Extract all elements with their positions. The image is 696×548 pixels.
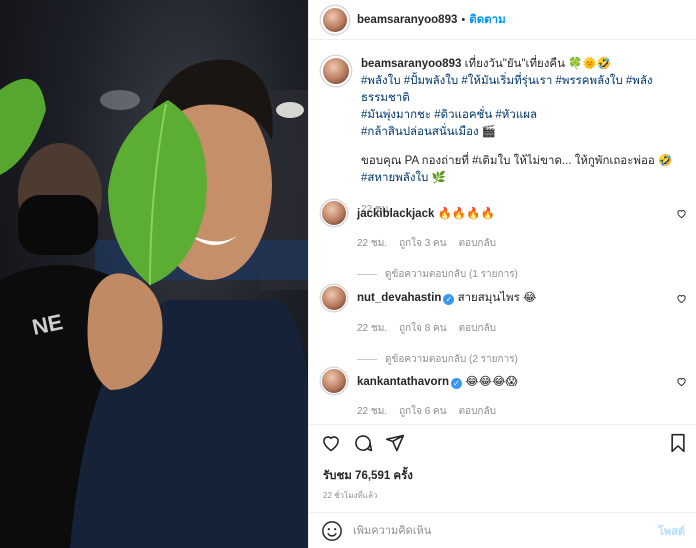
caption-thanks: ขอบคุณ PA กองถ่ายที่ #เติมใบ ให้ไม่ขาด..… [361,155,673,167]
share-icon[interactable] [385,433,405,453]
post-comment-button[interactable]: โพสต์ [658,522,685,540]
post-header: beamsaranyoo893 • ติดตาม [309,0,696,40]
comment-text: 🔥🔥🔥🔥 [437,208,495,220]
caption-username[interactable]: beamsaranyoo893 [361,58,461,70]
comment-likes[interactable]: ถูกใจ 3 คน [399,236,447,251]
comment-item: kankantathavorn ✓ 😂😂😂😱 22 ชม. ถูกใจ 6 คน … [321,368,691,419]
comment-avatar[interactable] [321,285,347,311]
comment-reply-button[interactable]: ตอบกลับ [459,236,496,251]
comment-heart-icon[interactable] [676,293,687,304]
photo-illustration: NE [0,59,308,548]
replies-divider [357,359,377,360]
caption-body: beamsaranyoo893 เที่ยงวัน"ยัน"เที่ยงคืน … [361,56,679,218]
emoji-icon[interactable] [321,520,343,542]
post-photo[interactable]: NE [0,0,308,548]
heart-icon[interactable] [321,433,341,453]
post-side-panel: beamsaranyoo893 • ติดตาม beamsaranyoo893… [308,0,696,548]
comment-item: jackiblackjack 🔥🔥🔥🔥 22 ชม. ถูกใจ 3 คน ตอ… [321,200,691,282]
verified-badge-icon: ✓ [443,294,455,305]
author-avatar[interactable] [321,5,349,34]
caption-hashtags-1[interactable]: #พลังใบ #ปั้มพลังใบ #ให้มันเริ่มที่รุ่นเ… [361,73,679,107]
caption-text: เที่ยงวัน"ยัน"เที่ยงคืน 🍀🌞🤣 [464,58,612,70]
replies-divider [357,274,377,275]
comment-avatar[interactable] [321,200,347,226]
comment-icon[interactable] [353,433,373,453]
post-caption: beamsaranyoo893 เที่ยงวัน"ยัน"เที่ยงคืน … [321,56,687,218]
comment-likes[interactable]: ถูกใจ 6 คน [399,404,447,419]
post-timestamp[interactable]: 22 ชั่วโมงที่แล้ว [323,489,377,502]
comment-time: 22 ชม. [357,323,388,334]
comment-avatar[interactable] [321,368,347,394]
comment-heart-icon[interactable] [676,208,687,219]
comment-likes[interactable]: ถูกใจ 8 คน [399,321,447,336]
comment-username[interactable]: nut_devahastin [357,292,441,304]
caption-hashtags-4[interactable]: #สหายพลังใบ 🌿 [361,170,679,187]
comment-reply-button[interactable]: ตอบกลับ [459,404,496,419]
comment-item: nut_devahastin ✓ สายสมุนไพร 😂 22 ชม. ถูกใ… [321,285,691,367]
comment-text: สายสมุนไพร 😂 [457,292,537,304]
comment-text: 😂😂😂😱 [465,375,518,388]
comment-time: 22 ชม. [357,406,388,417]
caption-hashtags-2[interactable]: #มันพุ่งมากชะ #ดิวแอคชั่น #หัวแผล [361,107,679,124]
author-username[interactable]: beamsaranyoo893 [357,14,457,26]
action-icons [321,433,405,453]
view-replies-label[interactable]: ดูข้อความตอบกลับ (1 รายการ) [385,267,518,282]
comment-username[interactable]: kankantathavorn [357,376,449,388]
follow-button[interactable]: ติดตาม [469,11,505,29]
comment-time: 22 ชม. [357,238,388,249]
comment-input[interactable] [353,524,658,537]
comment-username[interactable]: jackiblackjack [357,208,434,220]
view-count[interactable]: รับชม 76,591 ครั้ง [323,467,413,485]
verified-badge-icon: ✓ [451,377,463,389]
header-separator: • [461,13,466,26]
caption-line-1: beamsaranyoo893 เที่ยงวัน"ยัน"เที่ยงคืน … [361,56,679,73]
view-replies-link[interactable]: ดูข้อความตอบกลับ (1 รายการ) [357,267,691,282]
view-replies-link[interactable]: ดูข้อความตอบกลับ (2 รายการ) [357,352,691,367]
add-comment-bar: โพสต์ [309,512,696,548]
bookmark-icon[interactable] [669,433,687,453]
view-replies-label[interactable]: ดูข้อความตอบกลับ (2 รายการ) [385,352,518,367]
caption-avatar[interactable] [321,56,351,86]
caption-hashtags-3[interactable]: #กล้าสินปล่อนสนั่นเมือง 🎬 [361,124,679,141]
comment-heart-icon[interactable] [676,376,687,387]
comment-reply-button[interactable]: ตอบกลับ [459,321,496,336]
